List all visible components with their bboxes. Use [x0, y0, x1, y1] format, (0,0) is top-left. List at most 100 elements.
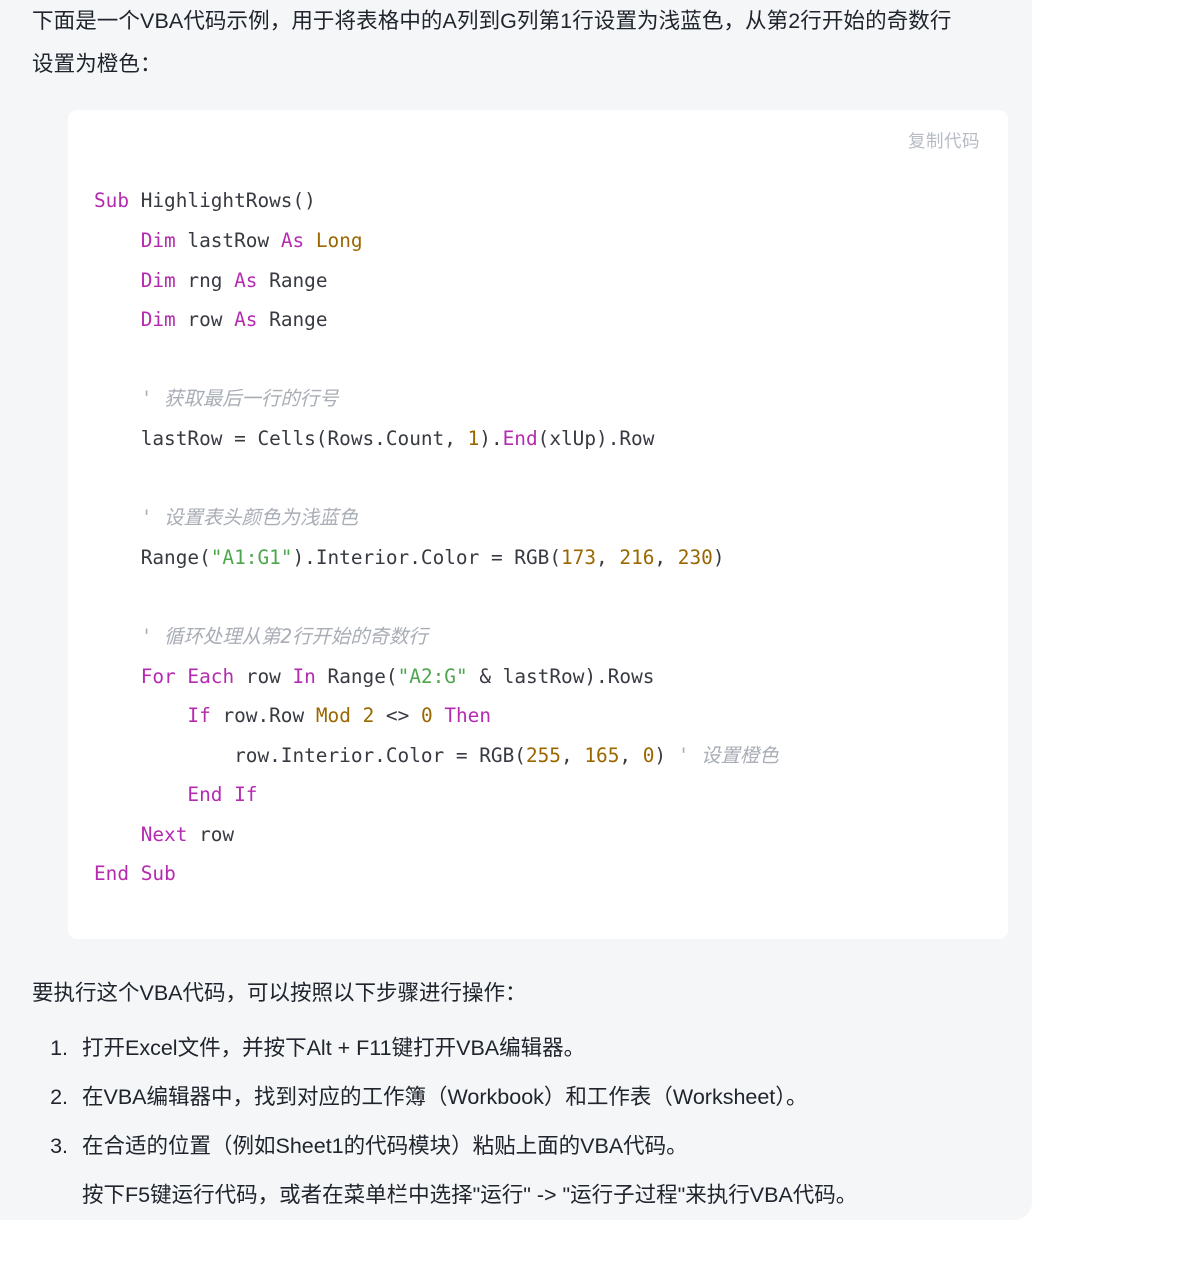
- code-line: End Sub: [94, 862, 176, 885]
- code-line: ' 设置表头颜色为浅蓝色: [94, 506, 358, 529]
- list-item: 按下F5键运行代码，或者在菜单栏中选择"运行" -> "运行子过程"来执行VBA…: [74, 1172, 1000, 1219]
- code-token-kw: End: [187, 783, 223, 807]
- code-token-pl: ,: [596, 545, 620, 569]
- code-token-pl: Range(: [315, 664, 398, 688]
- code-token-kw: For: [140, 664, 176, 688]
- code-token-pl: ): [712, 545, 725, 569]
- code-token-pl: (xlUp).Row: [537, 426, 655, 450]
- intro-paragraph: 下面是一个VBA代码示例，用于将表格中的A列到G列第1行设置为浅蓝色，从第2行开…: [32, 9, 952, 76]
- code-block: 复制代码 Sub HighlightRows() Dim lastRow As …: [68, 110, 1008, 940]
- code-token-str: "A1:G1": [210, 545, 293, 569]
- code-line: End If: [94, 783, 257, 806]
- code-token-pl: Range: [257, 268, 328, 292]
- code-token-kw: Each: [187, 664, 235, 688]
- list-item: 在合适的位置（例如Sheet1的代码模块）粘贴上面的VBA代码。: [74, 1123, 1000, 1170]
- list-item: 打开Excel文件，并按下Alt + F11键打开VBA编辑器。: [74, 1025, 1000, 1072]
- code-token-pl: & lastRow).Rows: [467, 664, 655, 688]
- assistant-message-bubble: 下面是一个VBA代码示例，用于将表格中的A列到G列第1行设置为浅蓝色，从第2行开…: [0, 0, 1032, 1220]
- code-line: Dim row As Range: [94, 308, 328, 331]
- code-token-kw: Sub: [140, 862, 176, 886]
- code-line: Next row: [94, 823, 234, 846]
- code-tokens: Sub HighlightRows() Dim lastRow As Long …: [94, 189, 779, 885]
- code-token-pl: rng: [175, 268, 235, 292]
- code-token-kw: End: [502, 426, 538, 450]
- code-token-kw: As: [234, 268, 258, 292]
- code-token-num: 2: [362, 704, 375, 728]
- code-token-pl: row.Row: [210, 704, 316, 728]
- code-token-pl: row: [234, 664, 293, 688]
- code-token-num: 0: [642, 743, 655, 767]
- code-block-header: 复制代码: [68, 124, 1008, 156]
- code-token-kw: Next: [140, 822, 188, 846]
- code-token-com: ' 循环处理从第2行开始的奇数行: [140, 624, 428, 648]
- code-token-num: 230: [677, 545, 713, 569]
- code-token-str: "A2:G": [397, 664, 468, 688]
- code-token-num: 0: [420, 704, 433, 728]
- code-token-type: Long: [315, 228, 363, 252]
- code-token-num: 1: [467, 426, 480, 450]
- code-token-kw: If: [187, 704, 211, 728]
- code-line: ' 获取最后一行的行号: [94, 387, 339, 410]
- code-token-kw: As: [280, 228, 305, 252]
- code-token-pl: lastRow = Cells(Rows.Count,: [94, 426, 468, 450]
- code-token-kw: Dim: [140, 268, 176, 292]
- code-token-kw: As: [234, 308, 258, 332]
- code-token-type: Mod: [315, 704, 351, 728]
- code-token-pl: row: [187, 822, 235, 846]
- code-token-pl: HighlightRows(): [129, 189, 316, 213]
- code-line: ' 循环处理从第2行开始的奇数行: [94, 625, 428, 648]
- code-token-num: 216: [619, 545, 655, 569]
- code-line: Sub HighlightRows(): [94, 189, 316, 212]
- code-token-num: 255: [525, 743, 561, 767]
- code-line: If row.Row Mod 2 <> 0 Then: [94, 704, 491, 727]
- code-token-kw: In: [292, 664, 316, 688]
- code-token-kw: Then: [444, 704, 492, 728]
- copy-code-button[interactable]: 复制代码: [908, 128, 980, 153]
- code-token-pl: lastRow: [175, 228, 281, 252]
- steps-lead-paragraph: 要执行这个VBA代码，可以按照以下步骤进行操作：: [32, 981, 527, 1006]
- code-token-com: ' 获取最后一行的行号: [140, 387, 339, 411]
- code-token-kw: Dim: [140, 308, 176, 332]
- code-line: Dim lastRow As Long: [94, 229, 363, 252]
- code-line: row.Interior.Color = RGB(255, 165, 0) ' …: [94, 744, 779, 767]
- code-line: Range("A1:G1").Interior.Color = RGB(173,…: [94, 546, 725, 569]
- code-token-pl: ,: [560, 743, 585, 767]
- code-token-kw: Sub: [94, 189, 130, 213]
- list-item: 在VBA编辑器中，找到对应的工作簿（Workbook）和工作表（Workshee…: [74, 1074, 1000, 1121]
- code-token-com: ' 设置橙色: [677, 743, 779, 767]
- code-line: lastRow = Cells(Rows.Count, 1).End(xlUp)…: [94, 426, 655, 450]
- code-token-pl: Range: [257, 308, 328, 332]
- code-token-pl: ): [654, 743, 678, 767]
- code-token-num: 173: [561, 545, 597, 569]
- code-token-pl: ,: [654, 545, 678, 569]
- code-token-num: 165: [584, 743, 620, 767]
- code-token-pl: ,: [619, 743, 643, 767]
- code-content[interactable]: Sub HighlightRows() Dim lastRow As Long …: [68, 175, 1008, 894]
- code-token-pl: Range(: [94, 545, 211, 569]
- code-token-pl: ).Interior.Color = RGB(: [292, 545, 561, 569]
- code-line: Dim rng As Range: [94, 269, 328, 292]
- code-token-pl: <>: [374, 704, 421, 728]
- code-token-pl: row.Interior.Color = RGB(: [94, 743, 526, 767]
- code-token-pl: ).: [479, 426, 503, 450]
- code-token-kw: End: [94, 862, 130, 886]
- code-token-kw: If: [234, 783, 258, 807]
- code-token-kw: Dim: [140, 228, 176, 252]
- steps-list: 打开Excel文件，并按下Alt + F11键打开VBA编辑器。 在VBA编辑器…: [32, 1025, 1000, 1219]
- chat-transcript: 下面是一个VBA代码示例，用于将表格中的A列到G列第1行设置为浅蓝色，从第2行开…: [0, 0, 1184, 1262]
